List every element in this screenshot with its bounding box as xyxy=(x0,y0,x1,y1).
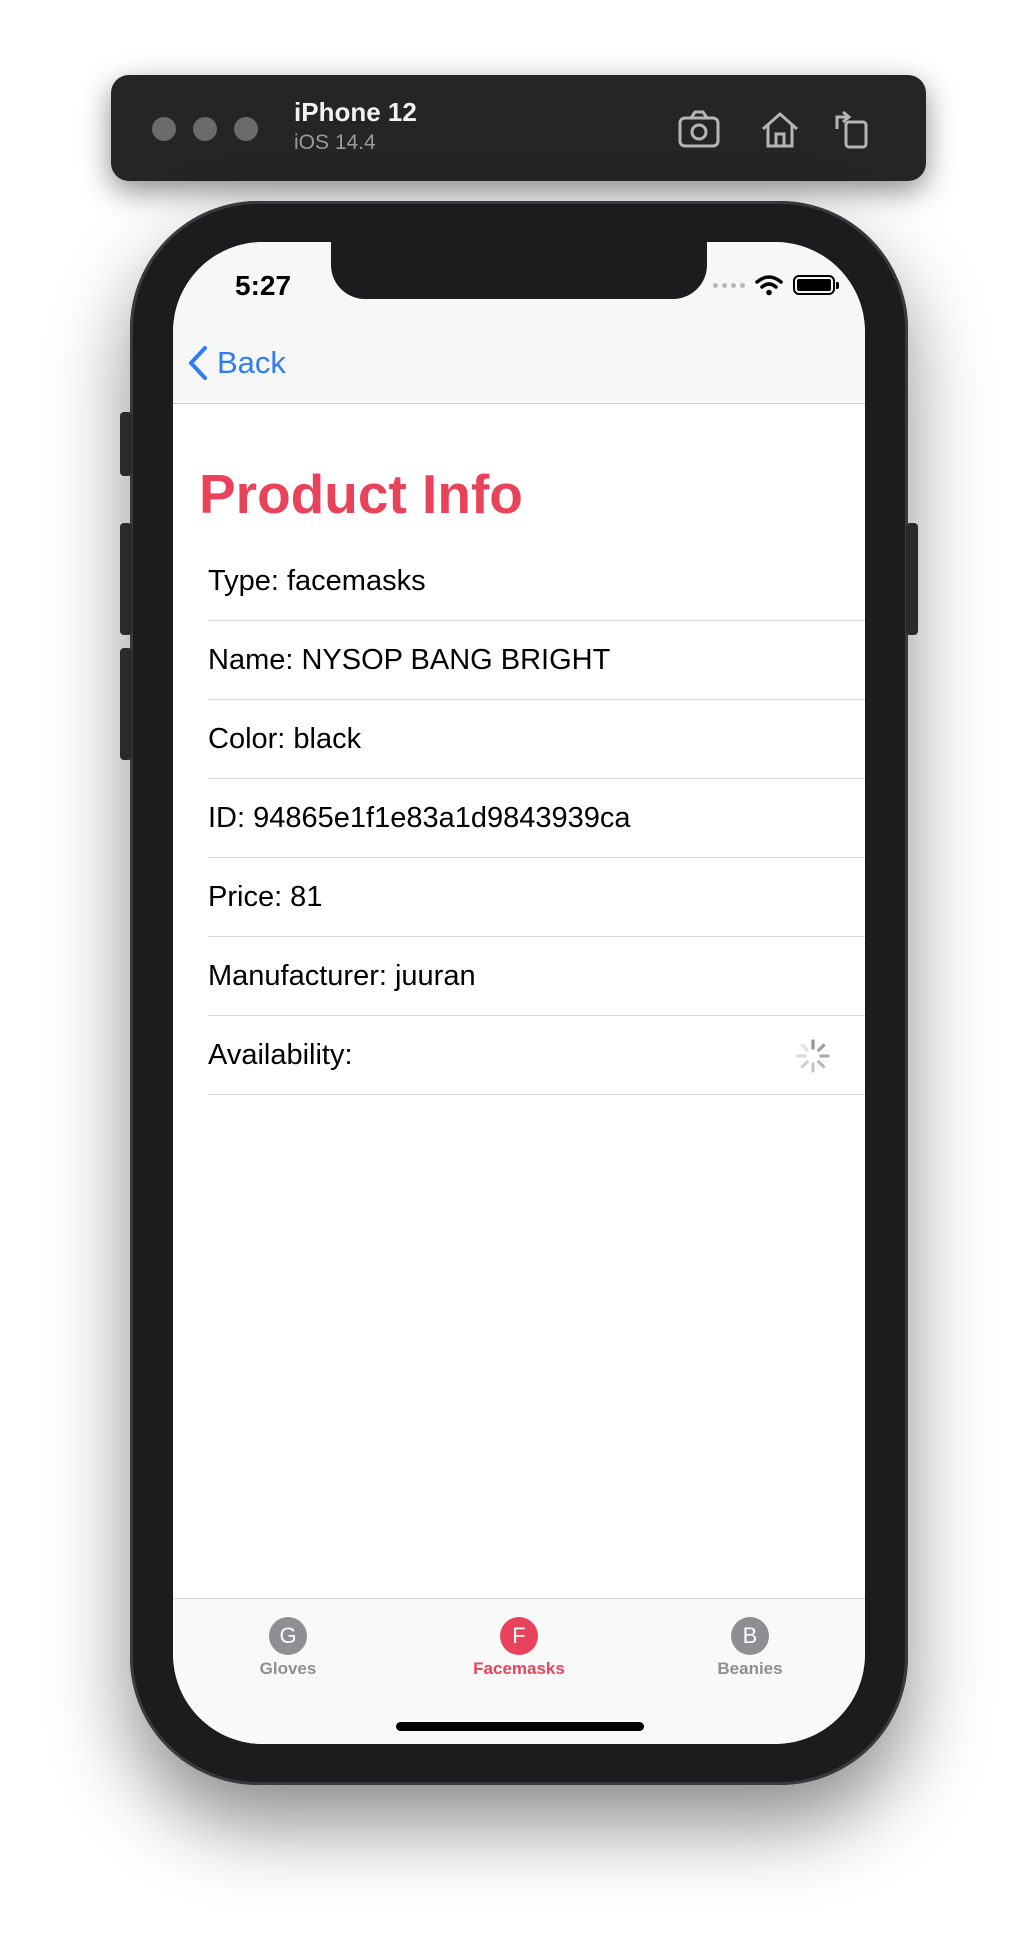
volume-up-button[interactable] xyxy=(120,523,132,635)
home-icon[interactable] xyxy=(757,107,803,153)
back-label: Back xyxy=(217,345,286,380)
tab-facemasks[interactable]: F Facemasks xyxy=(439,1617,599,1679)
status-icons xyxy=(713,272,839,298)
stage: iPhone 12 iOS 14.4 Back 5:27 Product Inf… xyxy=(0,0,1036,1934)
screenshot-icon[interactable] xyxy=(676,107,722,153)
tab-gloves[interactable]: G Gloves xyxy=(208,1617,368,1679)
row-text: ID: 94865e1f1e83a1d9843939ca xyxy=(208,801,631,834)
info-row-type: Type: facemasks xyxy=(208,542,865,621)
status-time: 5:27 xyxy=(235,270,292,301)
side-button[interactable] xyxy=(906,523,918,635)
row-text: Availability: xyxy=(208,1038,353,1071)
wifi-icon xyxy=(755,275,783,296)
chevron-left-icon xyxy=(189,346,207,380)
info-row-price: Price: 81 xyxy=(208,858,865,937)
volume-down-button[interactable] xyxy=(120,648,132,760)
row-text: Price: 81 xyxy=(208,880,323,913)
info-row-name: Name: NYSOP BANG BRIGHT xyxy=(208,621,865,700)
simulator-os-version: iOS 14.4 xyxy=(294,131,376,154)
tab-label: Gloves xyxy=(259,1659,317,1678)
info-row-color: Color: black xyxy=(208,700,865,779)
tab-beanies[interactable]: B Beanies xyxy=(670,1617,830,1679)
battery-icon xyxy=(793,275,839,295)
info-row-manufacturer: Manufacturer: juuran xyxy=(208,937,865,1016)
gloves-tab-icon: G xyxy=(269,1617,307,1655)
row-text: Manufacturer: juuran xyxy=(208,959,476,992)
row-text: Color: black xyxy=(208,722,362,755)
info-row-id: ID: 94865e1f1e83a1d9843939ca xyxy=(208,779,865,858)
row-text: Type: facemasks xyxy=(208,564,426,597)
back-button[interactable]: Back xyxy=(187,344,286,382)
rotate-icon[interactable] xyxy=(829,107,875,153)
minimize-window-button[interactable] xyxy=(193,117,217,141)
beanies-tab-icon: B xyxy=(731,1617,769,1655)
notch xyxy=(331,242,707,299)
info-row-availability: Availability: xyxy=(208,1016,865,1095)
home-indicator[interactable] xyxy=(396,1722,644,1731)
mute-switch xyxy=(120,412,132,476)
tab-label: Beanies xyxy=(717,1659,783,1678)
simulator-title-bar: iPhone 12 iOS 14.4 xyxy=(111,75,926,181)
close-window-button[interactable] xyxy=(152,117,176,141)
zoom-window-button[interactable] xyxy=(234,117,258,141)
screen: Back 5:27 Product Info Type: facemasks N… xyxy=(173,242,865,1744)
cellular-signal-icon xyxy=(713,282,745,288)
tab-label: Facemasks xyxy=(473,1659,565,1678)
simulator-device-name: iPhone 12 xyxy=(294,97,417,127)
row-text: Name: NYSOP BANG BRIGHT xyxy=(208,643,611,676)
facemasks-tab-icon: F xyxy=(500,1617,538,1655)
page-title: Product Info xyxy=(199,463,523,525)
loading-spinner-icon xyxy=(796,1039,830,1073)
